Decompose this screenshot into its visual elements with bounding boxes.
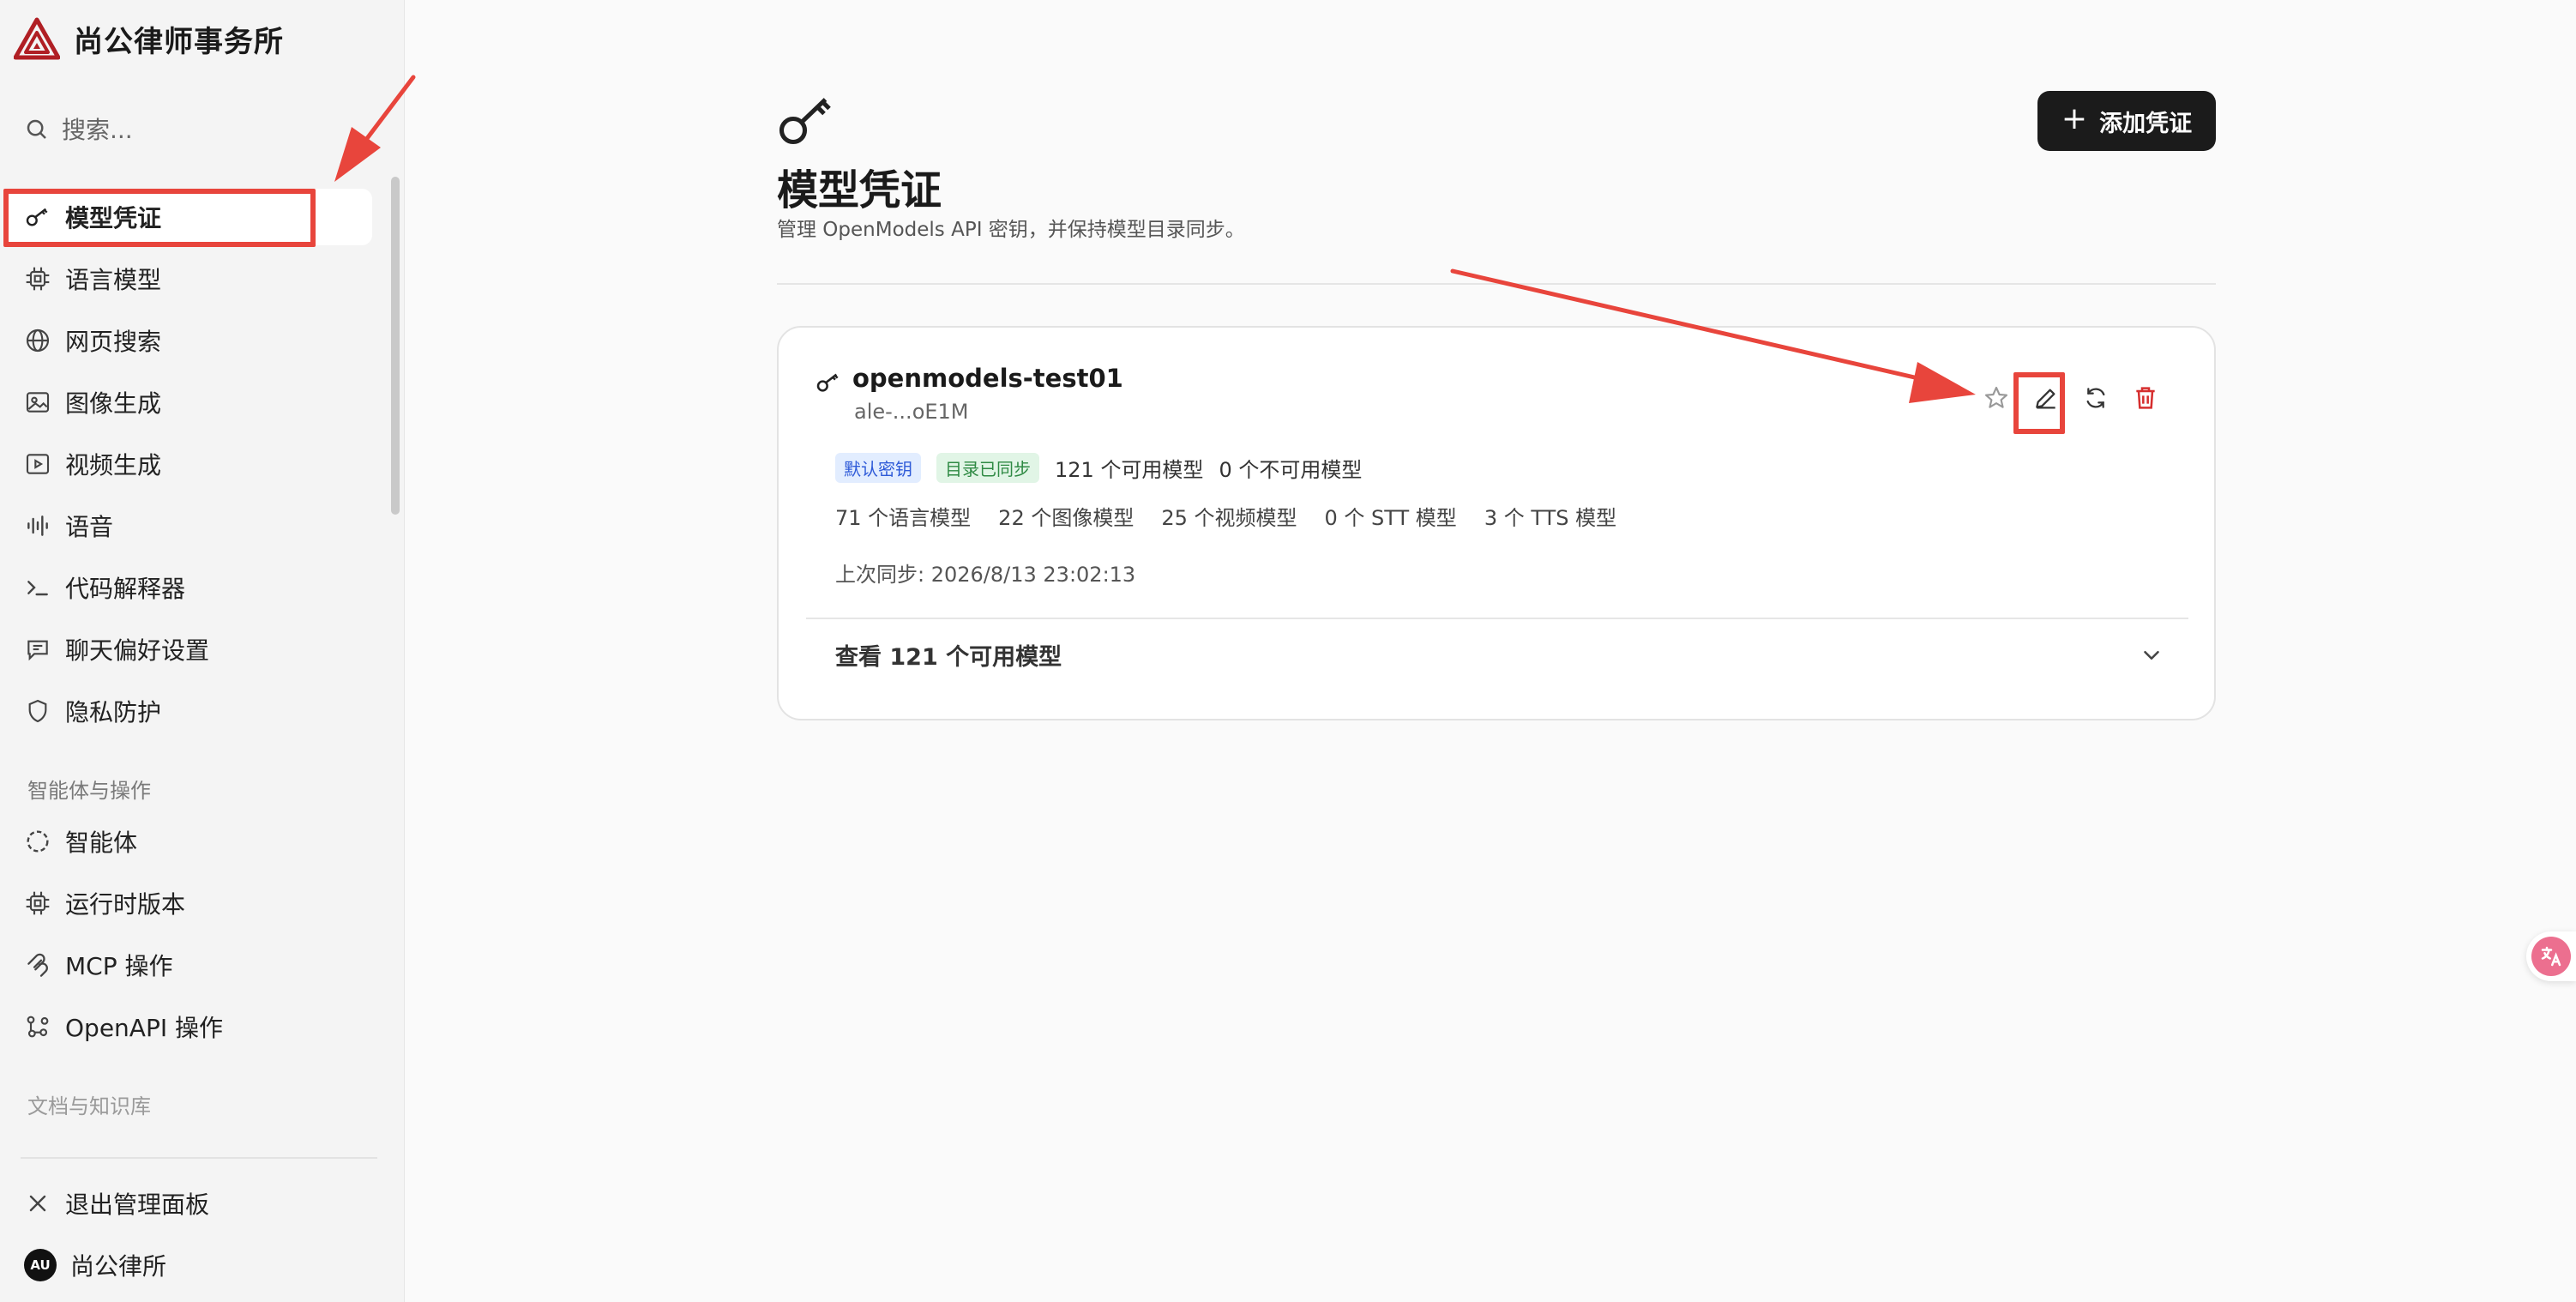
globe-icon (26, 329, 50, 353)
section-label-docs: 文档与知识库 (27, 1094, 151, 1118)
credential-card: openmodels-test01 ale-...oE1M 默认密钥 目录已同步… (777, 326, 2216, 720)
sidebar-item-openapi-actions[interactable]: OpenAPI 操作 (7, 998, 372, 1055)
model-count: 25 个视频模型 (1161, 506, 1297, 530)
user-name: 尚公律所 (70, 1252, 167, 1281)
trash-icon (2136, 387, 2155, 409)
last-sync-text: 上次同步: 2026/8/13 23:02:13 (835, 563, 1136, 587)
terminal-icon (27, 581, 48, 596)
page-subtitle: 管理 OpenModels API 密钥，并保持模型目录同步。 (777, 219, 1245, 241)
sidebar-item-voice[interactable]: 语音 (7, 497, 372, 554)
sidebar-item-mcp-actions[interactable]: MCP 操作 (7, 937, 372, 993)
image-icon (26, 392, 50, 413)
search-icon (27, 119, 46, 139)
audio-wave-icon (27, 515, 48, 536)
catalog-synced-badge: 目录已同步 (936, 453, 1039, 483)
sidebar-item-label: 聊天偏好设置 (65, 636, 210, 665)
sidebar-item-label: 智能体 (65, 829, 138, 857)
mcp-icon (27, 953, 48, 977)
dashed-circle-icon (27, 830, 49, 853)
pencil-icon (2036, 389, 2055, 409)
sidebar-item-image-generation[interactable]: 图像生成 (7, 374, 372, 431)
close-icon (29, 1195, 46, 1212)
edit-credential-button[interactable] (2032, 384, 2060, 412)
sidebar-item-label: 网页搜索 (65, 328, 162, 356)
sidebar-item-label: 运行时版本 (65, 890, 186, 919)
card-divider (806, 618, 2188, 619)
sidebar-item-code-interpreter[interactable]: 代码解释器 (7, 559, 372, 616)
chip-icon (26, 267, 50, 291)
sync-credential-button[interactable] (2082, 384, 2110, 412)
refresh-icon (2086, 388, 2105, 408)
plus-icon: + (2061, 101, 2088, 136)
section-label-agents: 智能体与操作 (27, 779, 151, 803)
sidebar-item-label: 语言模型 (65, 266, 162, 294)
key-icon (816, 373, 839, 392)
star-icon (1984, 386, 2008, 408)
page-title: 模型凭证 (777, 166, 942, 214)
app-root: 尚公律师事务所 模型凭证 语言模型 网页搜索 图像生成 视频生成 (0, 0, 2576, 1302)
sidebar-divider (21, 1157, 377, 1159)
search-box[interactable] (24, 110, 367, 149)
avatar: AU (24, 1249, 57, 1281)
sidebar-item-agents[interactable]: 智能体 (7, 813, 372, 870)
sidebar-item-label: 视频生成 (65, 451, 162, 479)
model-count: 71 个语言模型 (835, 506, 972, 530)
brand-logo-icon (14, 17, 60, 60)
credential-name: openmodels-test01 (852, 364, 1123, 393)
chip-icon (26, 891, 50, 915)
sidebar-item-credentials[interactable]: 模型凭证 (7, 189, 372, 245)
user-profile[interactable]: AU 尚公律所 (7, 1237, 372, 1293)
sidebar-item-web-search[interactable]: 网页搜索 (7, 312, 372, 369)
model-count: 0 个 STT 模型 (1324, 506, 1457, 530)
search-input[interactable] (62, 115, 336, 144)
model-count: 22 个图像模型 (998, 506, 1135, 530)
key-icon (26, 208, 48, 226)
sidebar-item-language-models[interactable]: 语言模型 (7, 250, 372, 307)
exit-admin-label: 退出管理面板 (65, 1190, 210, 1219)
sidebar-item-label: MCP 操作 (65, 952, 173, 980)
add-credential-button[interactable]: + 添加凭证 (2037, 91, 2216, 151)
add-credential-label: 添加凭证 (2099, 110, 2193, 137)
model-counts-row: 71 个语言模型 22 个图像模型 25 个视频模型 0 个 STT 模型 3 … (835, 501, 1616, 531)
sidebar-item-label: 隐私防护 (65, 698, 162, 726)
unavailable-count: 0 个不可用模型 (1219, 458, 1363, 482)
brand-name: 尚公律师事务所 (74, 24, 284, 59)
exit-admin-button[interactable]: 退出管理面板 (7, 1175, 372, 1232)
available-count: 121 个可用模型 (1055, 458, 1204, 482)
credential-status-row: 默认密钥 目录已同步 121 个可用模型 0 个不可用模型 (835, 453, 1362, 483)
translate-icon (2531, 937, 2571, 976)
sidebar-item-chat-preferences[interactable]: 聊天偏好设置 (7, 621, 372, 678)
default-key-badge: 默认密钥 (835, 453, 921, 483)
sidebar-item-label: 图像生成 (65, 389, 162, 418)
sidebar-item-label: 代码解释器 (65, 575, 186, 603)
set-default-button[interactable] (1983, 384, 2010, 412)
sidebar-scrollbar[interactable] (391, 177, 400, 515)
sidebar-item-label: 语音 (65, 513, 114, 541)
nodes-icon (27, 1016, 49, 1038)
shield-icon (28, 699, 47, 723)
key-icon (779, 98, 831, 145)
sidebar-item-label: OpenAPI 操作 (65, 1014, 223, 1042)
sidebar-item-privacy[interactable]: 隐私防护 (7, 683, 372, 739)
sidebar-item-video-generation[interactable]: 视频生成 (7, 436, 372, 492)
sidebar: 尚公律师事务所 模型凭证 语言模型 网页搜索 图像生成 视频生成 (0, 0, 405, 1302)
chevron-down-icon (2144, 650, 2159, 660)
sidebar-item-runtime-versions[interactable]: 运行时版本 (7, 875, 372, 931)
view-models-expander[interactable]: 查看 121 个可用模型 (835, 638, 2164, 672)
sidebar-item-label: 模型凭证 (65, 204, 162, 232)
translate-fab[interactable] (2526, 931, 2576, 981)
view-models-label: 查看 121 个可用模型 (835, 644, 1062, 671)
video-icon (26, 454, 50, 474)
credential-masked-key: ale-...oE1M (854, 400, 969, 424)
delete-credential-button[interactable] (2132, 384, 2159, 412)
header-divider (777, 283, 2216, 285)
chat-icon (27, 640, 48, 661)
model-count: 3 个 TTS 模型 (1484, 506, 1617, 530)
credential-actions (1983, 384, 2159, 412)
brand[interactable]: 尚公律师事务所 (14, 17, 284, 60)
